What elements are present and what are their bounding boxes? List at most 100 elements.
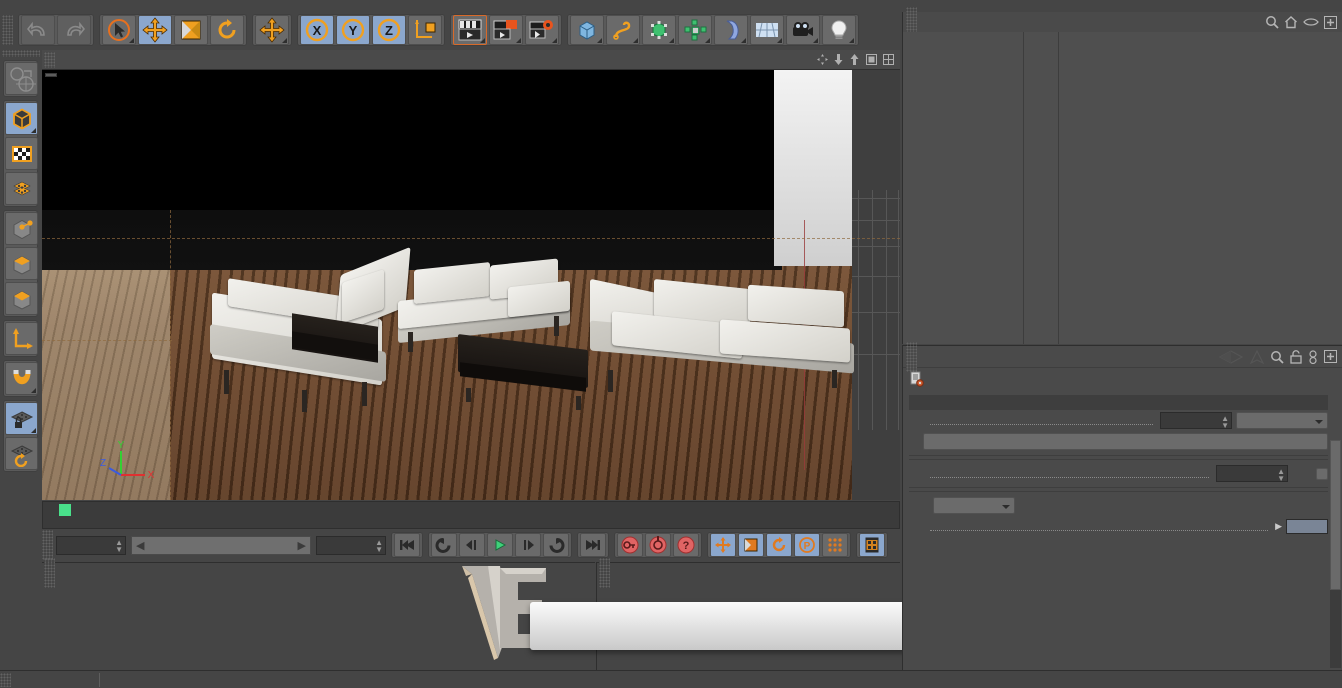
autokey-icon[interactable] xyxy=(645,533,671,557)
timeline-ruler[interactable] xyxy=(42,501,900,529)
pan-icon[interactable] xyxy=(817,54,828,65)
range-left-arrow-icon[interactable]: ◀ xyxy=(136,539,144,552)
undo-redo-group xyxy=(18,13,94,46)
render-region-icon[interactable] xyxy=(489,14,523,45)
keyframe-selection-icon[interactable]: ? xyxy=(673,533,699,557)
play-icon[interactable] xyxy=(487,533,513,557)
project-scale-unit-dropdown[interactable] xyxy=(1236,412,1328,429)
scale-icon[interactable] xyxy=(174,14,208,45)
status-grip[interactable] xyxy=(0,672,11,687)
scene-guide-v1 xyxy=(170,210,171,500)
max-frame-field[interactable]: ▲ ▼ xyxy=(316,535,386,555)
color-swatch[interactable] xyxy=(1286,519,1328,534)
nav-up-icon[interactable] xyxy=(1250,349,1264,364)
move-axis-icon[interactable] xyxy=(255,14,289,45)
viewport-3d-canvas[interactable]: Y X Z xyxy=(42,70,900,500)
attribute-grip[interactable] xyxy=(906,341,917,372)
floor-environment-icon[interactable] xyxy=(750,14,784,45)
rotate-icon[interactable] xyxy=(210,14,244,45)
scene-white-wall xyxy=(774,70,852,266)
camera-icon[interactable] xyxy=(786,14,820,45)
axis-mode-icon[interactable] xyxy=(5,322,38,355)
loop-icon[interactable] xyxy=(543,533,569,557)
position-key-icon[interactable] xyxy=(710,533,736,557)
parameter-key-icon[interactable]: P xyxy=(794,533,820,557)
spinner-icon[interactable]: ▲ ▼ xyxy=(1277,468,1285,483)
left-toolbar-grip[interactable] xyxy=(1,50,40,57)
plus-icon[interactable] xyxy=(1324,15,1337,29)
go-to-end-icon[interactable] xyxy=(580,533,606,557)
render-settings-icon[interactable] xyxy=(525,14,559,45)
step-forward-icon[interactable] xyxy=(515,533,541,557)
color-expand-arrow-icon[interactable]: ▶ xyxy=(1275,521,1282,532)
attribute-scrollbar[interactable] xyxy=(1330,440,1341,668)
enable-snap-icon[interactable] xyxy=(5,362,38,395)
go-to-start-icon[interactable] xyxy=(394,533,420,557)
scale-key-icon[interactable] xyxy=(738,533,764,557)
play-backwards-icon[interactable] xyxy=(431,533,457,557)
timeline-icon[interactable] xyxy=(859,533,885,557)
eye-icon[interactable] xyxy=(1303,17,1319,27)
z-axis-icon[interactable]: Z xyxy=(372,14,406,45)
plus-icon[interactable] xyxy=(1324,350,1337,363)
layout-split-icon[interactable] xyxy=(883,54,894,65)
material-grip[interactable] xyxy=(44,557,55,588)
default-object-color-dropdown[interactable] xyxy=(933,497,1015,514)
y-axis-icon[interactable]: Y xyxy=(336,14,370,45)
nav-back-icon[interactable] xyxy=(1218,349,1244,364)
coordinates-grip[interactable] xyxy=(599,557,610,588)
world-axis-icon[interactable] xyxy=(408,14,442,45)
range-right-arrow-icon[interactable]: ▶ xyxy=(298,539,306,552)
x-axis-icon[interactable]: X xyxy=(300,14,334,45)
project-scale-field[interactable]: ▲ ▼ xyxy=(1160,412,1232,430)
maximize-icon[interactable] xyxy=(866,54,877,65)
current-frame-field[interactable]: ▲ ▼ xyxy=(56,535,126,555)
down-arrow-icon[interactable] xyxy=(834,54,843,65)
pin-icon[interactable] xyxy=(1308,349,1318,364)
search-icon[interactable] xyxy=(1270,350,1284,364)
attribute-scroll-thumb[interactable] xyxy=(1330,440,1341,590)
polygon-grid-icon[interactable] xyxy=(5,172,38,205)
point-level-anim-icon[interactable] xyxy=(822,533,848,557)
step-back-icon[interactable] xyxy=(459,533,485,557)
spinner-icon[interactable]: ▲ ▼ xyxy=(115,538,123,553)
spinner-icon[interactable]: ▲ ▼ xyxy=(1221,415,1229,430)
viewport-panel: Y X Z xyxy=(42,50,900,500)
left-toolbar xyxy=(0,48,41,556)
undo-icon[interactable] xyxy=(21,14,55,45)
attribute-menu-bar xyxy=(903,341,1342,372)
scale-project-button[interactable] xyxy=(923,433,1328,450)
timeline-range-slider[interactable]: ◀ ▶ xyxy=(131,535,311,555)
transport-grip[interactable] xyxy=(42,530,53,560)
array-icon[interactable] xyxy=(678,14,712,45)
edge-mode-icon[interactable] xyxy=(5,247,38,280)
lod-field[interactable]: ▲ ▼ xyxy=(1216,465,1288,483)
up-arrow-icon[interactable] xyxy=(849,54,860,65)
move-icon[interactable] xyxy=(138,14,172,45)
cube-primitive-icon[interactable] xyxy=(570,14,604,45)
spline-icon[interactable] xyxy=(606,14,640,45)
generator-icon[interactable] xyxy=(642,14,676,45)
render-lod-checkbox[interactable] xyxy=(1316,467,1328,480)
home-icon[interactable] xyxy=(1284,15,1298,29)
object-list[interactable] xyxy=(903,32,1342,344)
polygon-mode-icon[interactable] xyxy=(5,282,38,315)
redo-icon[interactable] xyxy=(57,14,91,45)
spinner-icon[interactable]: ▲ ▼ xyxy=(375,538,383,553)
record-key-icon[interactable] xyxy=(617,533,643,557)
points-mode-icon[interactable] xyxy=(5,212,38,245)
rotation-key-icon[interactable] xyxy=(766,533,792,557)
status-bar xyxy=(0,670,1342,688)
bend-deformer-icon[interactable] xyxy=(714,14,748,45)
viewport-grip[interactable] xyxy=(44,51,55,68)
light-icon[interactable] xyxy=(822,14,856,45)
model-mode-icon[interactable] xyxy=(5,102,38,135)
texture-mode-icon[interactable] xyxy=(5,137,38,170)
live-selection-icon[interactable] xyxy=(102,14,136,45)
lock-icon[interactable] xyxy=(1290,349,1302,364)
make-editable-icon[interactable] xyxy=(5,62,38,95)
search-icon[interactable] xyxy=(1265,15,1279,29)
lod-row: ▲ ▼ xyxy=(903,463,1342,484)
render-view-icon[interactable] xyxy=(453,14,487,45)
toolbar-grip[interactable] xyxy=(2,14,13,45)
